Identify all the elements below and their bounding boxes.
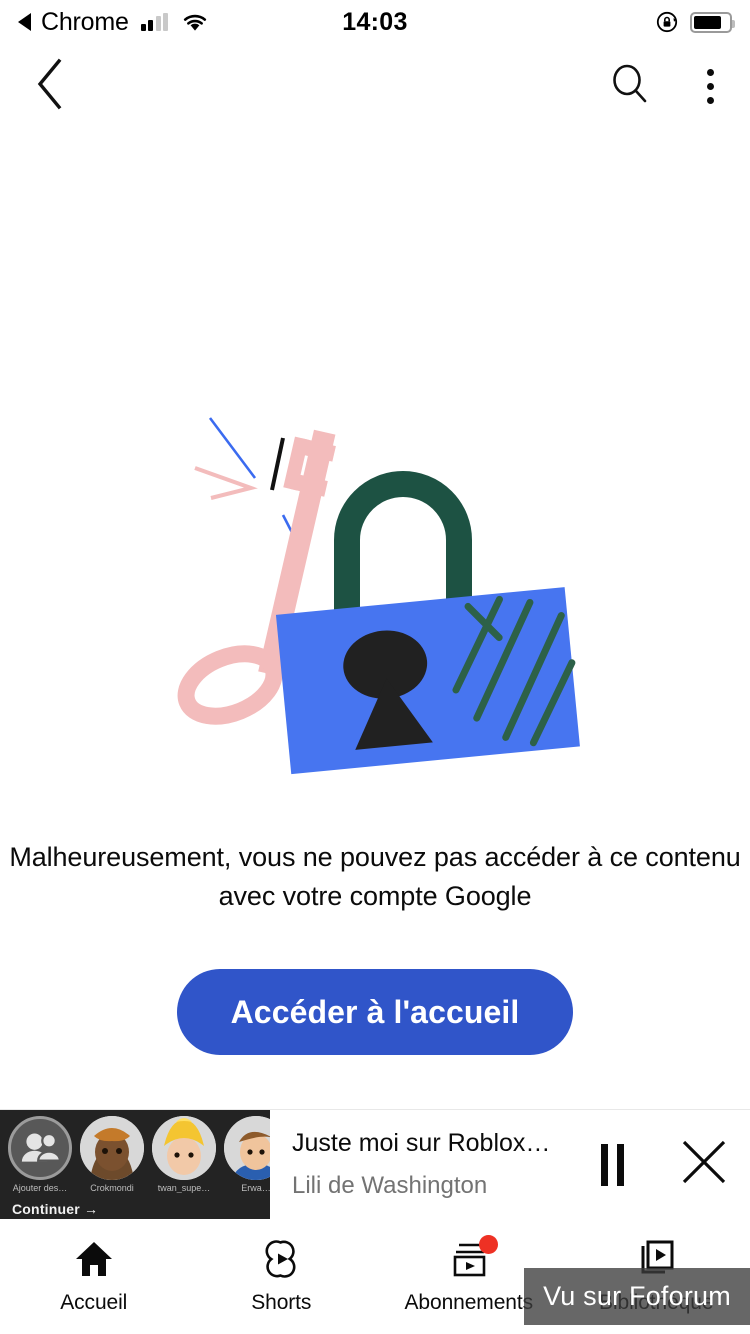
main-content: Malheureusement, vous ne pouvez pas accé… xyxy=(0,128,750,1108)
rotation-lock-icon xyxy=(655,10,679,34)
close-icon xyxy=(678,1136,730,1193)
close-miniplayer-button[interactable] xyxy=(658,1110,750,1219)
battery-icon xyxy=(690,11,735,33)
list-item: Crokmondi xyxy=(80,1116,144,1193)
wifi-icon xyxy=(182,13,208,32)
miniplayer-thumbnail[interactable]: Ajouter des… Crokmondi twan_supe… Erwa… … xyxy=(0,1110,270,1220)
miniplayer[interactable]: Ajouter des… Crokmondi twan_supe… Erwa… … xyxy=(0,1109,750,1220)
subscriptions-icon xyxy=(448,1235,498,1280)
avatar xyxy=(152,1116,216,1180)
miniplayer-title: Juste moi sur Roblox… xyxy=(292,1129,551,1157)
pause-icon xyxy=(600,1143,624,1186)
status-bar: Chrome 14:03 xyxy=(0,0,750,44)
avatar-label: twan_supe… xyxy=(157,1183,211,1193)
shorts-icon xyxy=(260,1238,302,1280)
continue-label: Continuer → xyxy=(12,1201,99,1217)
nav-item-shorts[interactable]: Shorts xyxy=(188,1219,376,1334)
avatar-label: Ajouter des… xyxy=(12,1183,68,1193)
watermark: Vu sur Foforum xyxy=(524,1268,750,1325)
list-item: Erwa… xyxy=(224,1116,270,1193)
miniplayer-meta[interactable]: Juste moi sur Roblox… Lili de Washington xyxy=(270,1110,566,1219)
cta-row: Accéder à l'accueil xyxy=(0,969,750,1055)
avatar xyxy=(224,1116,270,1180)
thumbnail-avatar-row: Ajouter des… Crokmondi twan_supe… Erwa… xyxy=(8,1116,270,1193)
back-button[interactable] xyxy=(8,44,92,128)
list-item: twan_supe… xyxy=(152,1116,216,1193)
locked-padlock-and-key-illustration xyxy=(155,390,595,810)
avatar-label: Crokmondi xyxy=(90,1183,134,1193)
app-bar xyxy=(0,44,750,128)
status-bar-left: Chrome xyxy=(18,8,375,37)
more-vertical-icon xyxy=(706,68,714,104)
youtube-error-screen: Chrome 14:03 Malheureusement, vous ne po… xyxy=(0,0,750,1334)
error-message: Malheureusement, vous ne pouvez pas accé… xyxy=(9,842,741,911)
avatar xyxy=(80,1116,144,1180)
nav-label-abonnements: Abonnements xyxy=(404,1291,534,1314)
list-item: Ajouter des… xyxy=(8,1116,72,1193)
notification-badge xyxy=(478,1235,498,1254)
nav-label-shorts: Shorts xyxy=(251,1291,312,1314)
add-friends-icon xyxy=(8,1116,72,1180)
search-button[interactable] xyxy=(590,44,670,128)
home-icon xyxy=(73,1238,115,1280)
cellular-signal-icon xyxy=(140,13,169,31)
back-chevron-icon xyxy=(33,58,67,115)
status-bar-back-app-label[interactable]: Chrome xyxy=(41,8,129,37)
avatar-label: Erwa… xyxy=(241,1183,270,1193)
nav-item-accueil[interactable]: Accueil xyxy=(0,1219,188,1334)
miniplayer-channel: Lili de Washington xyxy=(292,1172,488,1199)
nav-label-accueil: Accueil xyxy=(60,1291,128,1314)
left-caret-icon[interactable] xyxy=(18,13,31,31)
go-home-button[interactable]: Accéder à l'accueil xyxy=(176,969,574,1055)
status-bar-right xyxy=(375,10,735,34)
overflow-menu-button[interactable] xyxy=(670,44,750,128)
search-icon xyxy=(608,62,652,111)
pause-button[interactable] xyxy=(566,1110,658,1219)
